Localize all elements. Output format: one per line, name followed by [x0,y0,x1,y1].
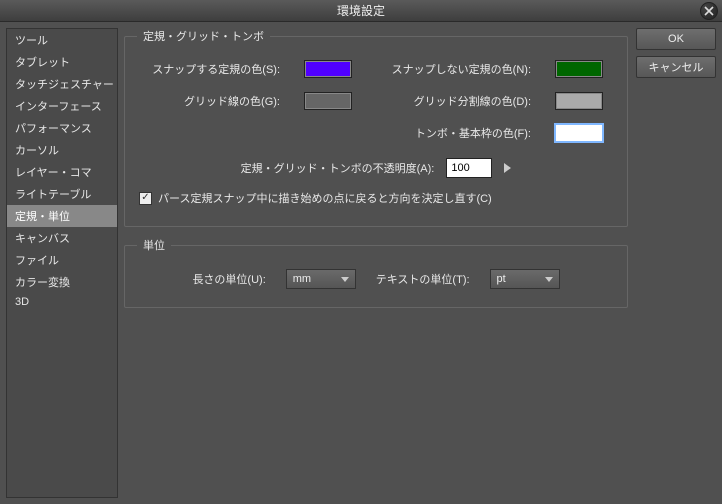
sidebar-item[interactable]: タッチジェスチャー [7,73,117,95]
ok-button[interactable]: OK [636,28,716,50]
sidebar-item[interactable]: タブレット [7,51,117,73]
sidebar-item[interactable]: パフォーマンス [7,117,117,139]
length-unit-label: 長さの単位(U): [192,271,265,287]
content: ツールタブレットタッチジェスチャーインターフェースパフォーマンスカーソルレイヤー… [0,22,722,504]
opacity-label: 定規・グリッド・トンボの不透明度(A): [241,160,435,176]
grid-div-color-swatch[interactable] [555,92,603,110]
text-unit-value: pt [497,273,506,285]
group-ruler: 定規・グリッド・トンボ スナップする定規の色(S): スナップしない定規の色(N… [124,28,628,227]
group-units: 単位 長さの単位(U): mm テキストの単位(T): pt [124,237,628,308]
text-unit-select[interactable]: pt [490,269,560,289]
group-ruler-legend: 定規・グリッド・トンボ [137,28,270,44]
sidebar-item[interactable]: キャンバス [7,227,117,249]
sidebar-item[interactable]: ツール [7,29,117,51]
group-units-legend: 単位 [137,237,171,253]
button-column: OK キャンセル [636,28,716,498]
window-title: 環境設定 [337,2,385,19]
chevron-down-icon [341,277,349,282]
nosnap-color-swatch[interactable] [555,60,603,78]
grid-color-label: グリッド線の色(G): [137,93,280,109]
length-unit-value: mm [293,273,311,285]
pers-checkbox[interactable]: ✓ [139,192,152,205]
sidebar-item[interactable]: ライトテーブル [7,183,117,205]
sidebar-item[interactable]: インターフェース [7,95,117,117]
sidebar-item[interactable]: レイヤー・コマ [7,161,117,183]
chevron-down-icon [545,277,553,282]
sidebar-item[interactable]: カーソル [7,139,117,161]
main: 定規・グリッド・トンボ スナップする定規の色(S): スナップしない定規の色(N… [124,28,716,498]
sidebar-item[interactable]: 定規・単位 [7,205,117,227]
crop-color-label: トンボ・基本枠の色(F): [388,125,531,141]
grid-div-color-label: グリッド分割線の色(D): [388,93,531,109]
titlebar: 環境設定 [0,0,722,22]
crop-color-swatch[interactable] [555,124,603,142]
nosnap-color-label: スナップしない定規の色(N): [388,61,531,77]
snap-color-swatch[interactable] [304,60,352,78]
length-unit-select[interactable]: mm [286,269,356,289]
grid-color-swatch[interactable] [304,92,352,110]
opacity-input[interactable] [446,158,492,178]
pers-check-label: パース定規スナップ中に描き始めの点に戻ると方向を決定し直す(C) [158,190,492,206]
opacity-slider-icon[interactable] [504,163,511,173]
sidebar-item[interactable]: 3D [7,293,117,311]
sidebar: ツールタブレットタッチジェスチャーインターフェースパフォーマンスカーソルレイヤー… [6,28,118,498]
settings-column: 定規・グリッド・トンボ スナップする定規の色(S): スナップしない定規の色(N… [124,28,628,498]
close-icon[interactable] [700,2,718,20]
sidebar-item[interactable]: ファイル [7,249,117,271]
sidebar-item[interactable]: カラー変換 [7,271,117,293]
cancel-button[interactable]: キャンセル [636,56,716,78]
text-unit-label: テキストの単位(T): [376,271,470,287]
snap-color-label: スナップする定規の色(S): [137,61,280,77]
